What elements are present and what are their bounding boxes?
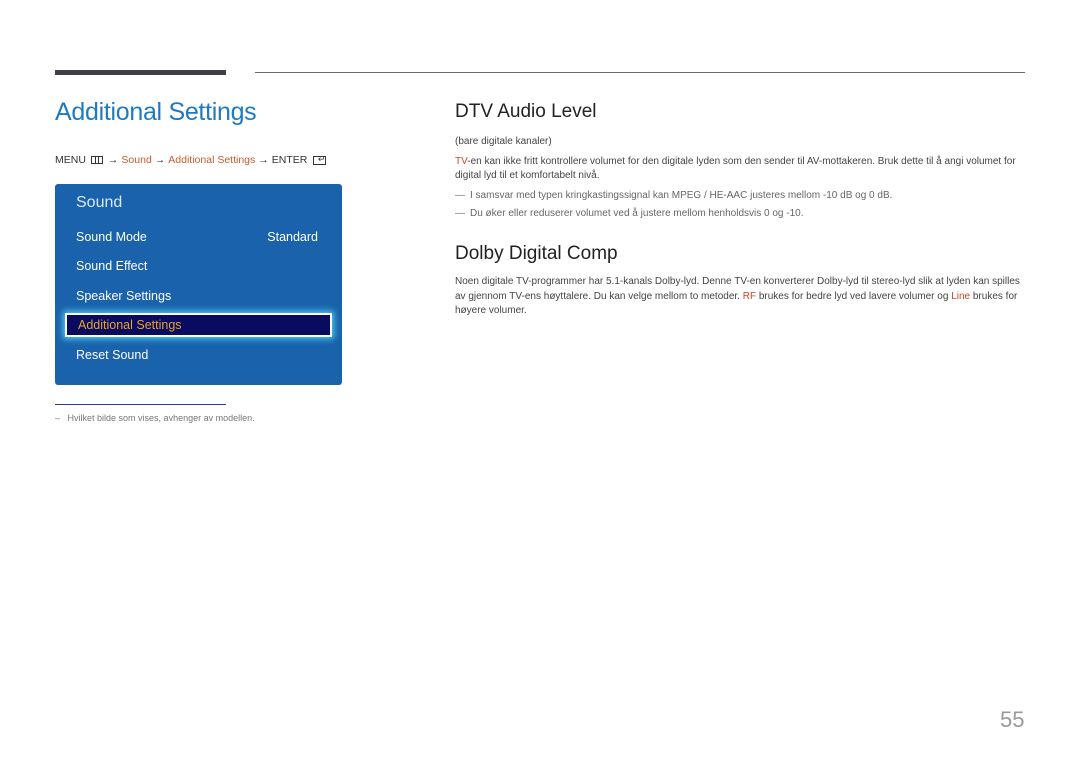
dtv-audio-level-body: TV-en kan ikke fritt kontrollere volumet…: [455, 155, 1025, 184]
dolby-digital-comp-body: Noen digitale TV-programmer har 5.1-kana…: [455, 275, 1025, 319]
note-item: — Du øker eller reduserer volumet ved å …: [455, 205, 1025, 223]
menu-item-value: Standard: [267, 230, 318, 244]
page-title: Additional Settings: [55, 98, 257, 126]
footnote-rule: [55, 404, 226, 405]
menu-item-sound-mode[interactable]: Sound Mode Standard: [76, 226, 318, 248]
arrow-icon: →: [107, 154, 119, 166]
dtv-audio-level-subtitle: (bare digitale kanaler): [455, 136, 552, 147]
note-text: Du øker eller reduserer volumet ved å ju…: [470, 207, 804, 219]
note-text: I samsvar med typen kringkastingssignal …: [470, 189, 893, 201]
note-dash-icon: —: [455, 207, 465, 219]
highlight-tv: TV: [455, 155, 468, 167]
footnote-dash: –: [55, 413, 61, 423]
page-number: 55: [1000, 707, 1025, 732]
note-dash-icon: —: [455, 189, 465, 201]
menu-item-label: Sound Mode: [76, 230, 147, 244]
menu-item-label: Sound Effect: [76, 259, 148, 273]
dolby-digital-comp-section: Dolby Digital Comp Noen digitale TV-prog…: [455, 243, 1025, 319]
footnote-text: Hvilket bilde som vises, avhenger av mod…: [67, 413, 255, 423]
menu-item-label: Speaker Settings: [76, 289, 172, 303]
header-rule-thin: [255, 72, 1025, 73]
menu-item-label: Additional Settings: [78, 318, 182, 332]
breadcrumb-additional-settings[interactable]: Additional Settings: [168, 154, 255, 166]
dtv-audio-level-section: DTV Audio Level (bare digitale kanaler) …: [455, 101, 1025, 223]
note-item: — I samsvar med typen kringkastingssigna…: [455, 187, 1025, 205]
breadcrumb-sound[interactable]: Sound: [121, 154, 151, 166]
sound-menu-panel: Sound Sound Mode Standard Sound Effect S…: [55, 184, 342, 385]
menu-path-breadcrumb: MENU → Sound → Additional Settings → ENT…: [55, 153, 327, 166]
enter-label: ENTER: [271, 154, 308, 166]
highlight-line: Line: [951, 290, 971, 302]
body-text: -en kan ikke fritt kontrollere volumet f…: [455, 155, 1016, 182]
dtv-audio-level-heading: DTV Audio Level: [455, 101, 597, 122]
sound-menu-title: Sound: [76, 194, 123, 211]
dolby-digital-comp-heading: Dolby Digital Comp: [455, 243, 618, 264]
highlight-rf: RF: [742, 290, 757, 302]
menu-label: MENU: [55, 154, 86, 166]
menu-item-speaker-settings[interactable]: Speaker Settings: [76, 285, 318, 307]
header-rule-thick: [55, 70, 226, 75]
enter-icon: [313, 153, 327, 165]
menu-item-additional-settings[interactable]: Additional Settings: [65, 313, 332, 337]
body-text: brukes for bedre lyd ved lavere volumer …: [756, 290, 952, 302]
menu-item-sound-effect[interactable]: Sound Effect: [76, 255, 318, 277]
menu-icon: [90, 156, 103, 164]
menu-item-label: Reset Sound: [76, 348, 149, 362]
footnote: – Hvilket bilde som vises, avhenger av m…: [55, 413, 255, 423]
arrow-icon: →: [258, 154, 269, 166]
arrow-icon: →: [154, 154, 166, 166]
menu-item-reset-sound[interactable]: Reset Sound: [76, 344, 318, 366]
